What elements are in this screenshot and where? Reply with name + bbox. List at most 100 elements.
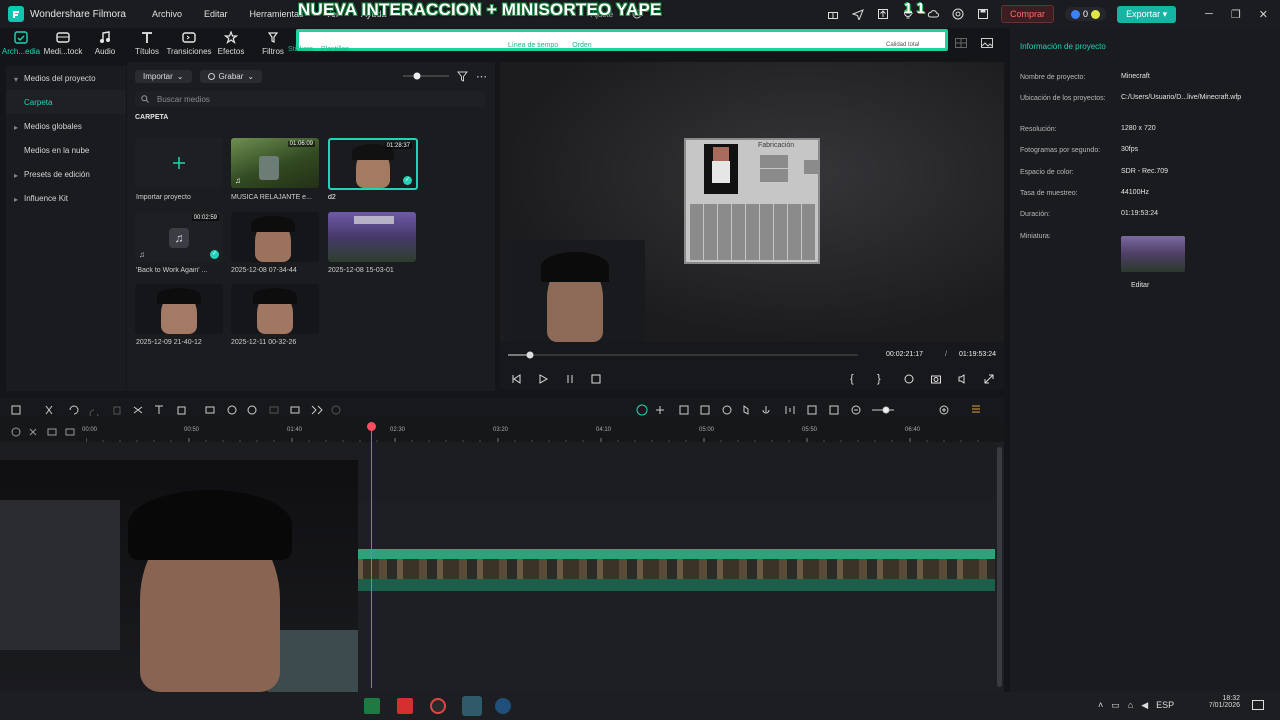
- timeline-order-label[interactable]: Línea de tiempo: [508, 42, 558, 49]
- buy-button[interactable]: Comprar: [1001, 5, 1055, 23]
- network-icon[interactable]: ▭: [1111, 700, 1120, 711]
- steam-icon[interactable]: [495, 698, 511, 714]
- media-label: 'Back to Work Again' ...: [136, 267, 208, 274]
- media-item-d2[interactable]: 01:28:37 ✓: [328, 138, 418, 190]
- zoom-slider[interactable]: [403, 72, 449, 80]
- tab-audio[interactable]: Audio: [84, 28, 126, 62]
- play-icon[interactable]: [537, 373, 549, 385]
- notifications-icon[interactable]: [1252, 700, 1264, 710]
- close-icon[interactable]: ✕: [1259, 8, 1268, 21]
- media-item-clip-2[interactable]: [328, 212, 416, 262]
- edit-thumbnail-button[interactable]: Editar: [1131, 282, 1149, 289]
- nav-label: Presets de edición: [24, 169, 90, 179]
- snapshot-icon[interactable]: [930, 373, 942, 385]
- gift-icon[interactable]: [826, 7, 840, 21]
- obs-icon[interactable]: [430, 698, 446, 714]
- minimize-icon[interactable]: ─: [1205, 8, 1213, 21]
- media-item-clip-4[interactable]: [231, 284, 319, 334]
- previous-frame-icon[interactable]: [510, 373, 522, 385]
- video-preview[interactable]: Fabricación: [500, 62, 1004, 342]
- restore-icon[interactable]: ❐: [1231, 8, 1241, 21]
- send-icon[interactable]: [851, 7, 865, 21]
- volume-tray-icon[interactable]: ◀: [1141, 700, 1148, 711]
- grid-view-icon[interactable]: [955, 38, 967, 48]
- save-icon[interactable]: [976, 7, 990, 21]
- import-project-tile[interactable]: [135, 138, 223, 188]
- language-label[interactable]: ESP: [1156, 700, 1174, 711]
- stock-media-icon: [56, 32, 70, 43]
- record-button[interactable]: Grabar ⌄: [199, 69, 263, 83]
- help-icon[interactable]: [951, 7, 965, 21]
- media-item-clip-3[interactable]: [135, 284, 223, 334]
- more-icon[interactable]: ⋯: [476, 70, 487, 83]
- project-info-title: Información de proyecto: [1020, 42, 1106, 51]
- menu-herramientas[interactable]: Herramientas: [250, 9, 304, 19]
- tab-media[interactable]: Arch...edia: [0, 28, 42, 62]
- add-icon: [173, 157, 185, 169]
- nav-folder[interactable]: Carpeta: [6, 90, 126, 114]
- audio-icon: [100, 31, 110, 43]
- nav-influence-kit[interactable]: ▸ Influence Kit: [6, 186, 126, 210]
- media-label: 2025-12-08 07-34-44: [231, 267, 297, 274]
- edit-tools[interactable]: [10, 404, 350, 416]
- filter-icon[interactable]: [457, 71, 468, 82]
- media-search[interactable]: Buscar medios: [135, 91, 485, 107]
- media-item-musica[interactable]: 01:06:09 ♫: [231, 138, 319, 188]
- quality-label[interactable]: Calidad total: [886, 42, 919, 48]
- cloud-icon[interactable]: [926, 7, 940, 21]
- import-button[interactable]: Importar ⌄: [135, 69, 192, 83]
- app-name: Wondershare Filmora: [30, 8, 126, 20]
- timeline-ruler[interactable]: 00:00 00:50 01:40 02:30 03:20 04:10 05:0…: [0, 422, 1004, 442]
- export-button[interactable]: Exportar ▾: [1117, 5, 1177, 23]
- playhead-handle[interactable]: [367, 422, 376, 431]
- media-item-back-to-work[interactable]: ♫ 00:02:59 ♫ ✓: [135, 212, 223, 262]
- mark-in-icon[interactable]: {: [850, 373, 862, 385]
- tab-titles[interactable]: Títulos: [126, 28, 168, 62]
- excel-icon[interactable]: [364, 698, 380, 714]
- minecraft-logo: [354, 216, 394, 224]
- import-icon: [14, 31, 28, 44]
- credits-badge[interactable]: 0: [1065, 7, 1107, 21]
- fullscreen-icon[interactable]: [983, 373, 995, 385]
- info-value: 1280 x 720: [1121, 125, 1156, 132]
- video-clip-frames[interactable]: [283, 559, 995, 579]
- menu-archivo[interactable]: Archivo: [152, 9, 182, 19]
- timeline-view-tools[interactable]: [636, 404, 996, 416]
- track-tools[interactable]: [10, 426, 80, 438]
- timeline-tracks[interactable]: [0, 422, 1004, 692]
- timeline-scrollbar[interactable]: [997, 447, 1002, 687]
- tab-templates[interactable]: Plantillas: [321, 46, 349, 53]
- usb-icon[interactable]: ⌂: [1128, 700, 1133, 711]
- next-frame-icon[interactable]: [564, 373, 576, 385]
- ruler-label: 00:50: [184, 427, 200, 433]
- preview-scrubber[interactable]: [508, 350, 858, 360]
- tab-stock-media[interactable]: Medi...tock: [42, 28, 84, 62]
- filmora-taskbar-icon[interactable]: [462, 696, 482, 716]
- nav-cloud-media[interactable]: Medios en la nube: [6, 138, 126, 162]
- info-label: Resolución:: [1020, 126, 1057, 133]
- video-clip-header[interactable]: [283, 549, 995, 559]
- nav-project-media[interactable]: ▾ Medios del proyecto: [6, 66, 126, 90]
- ruler-label: 05:00: [699, 427, 715, 433]
- tab-effects[interactable]: Efectos: [210, 28, 252, 62]
- media-item-clip-1[interactable]: [231, 212, 319, 262]
- order-label[interactable]: Orden: [572, 42, 591, 49]
- volume-icon[interactable]: [957, 373, 969, 385]
- tab-transitions[interactable]: Transiciones: [166, 28, 212, 62]
- nav-global-media[interactable]: ▸ Medios globales: [6, 114, 126, 138]
- app-red-icon[interactable]: [397, 698, 413, 714]
- image-view-icon[interactable]: [981, 38, 993, 48]
- upload-icon[interactable]: [876, 7, 890, 21]
- stop-icon[interactable]: [590, 373, 602, 385]
- mark-out-icon[interactable]: }: [877, 373, 889, 385]
- nav-presets[interactable]: ▸ Presets de edición: [6, 162, 126, 186]
- playhead[interactable]: [371, 426, 372, 688]
- audio-waveform[interactable]: [283, 579, 995, 591]
- clock[interactable]: 18:32 7/01/2026: [1200, 695, 1240, 709]
- render-icon[interactable]: [903, 373, 915, 385]
- nav-label: Carpeta: [24, 97, 53, 107]
- tab-stickers[interactable]: Stickers: [288, 46, 313, 53]
- menu-editar[interactable]: Editar: [204, 9, 228, 19]
- tab-filters[interactable]: Filtros: [252, 28, 294, 62]
- chevron-up-icon[interactable]: ˄: [1098, 700, 1103, 711]
